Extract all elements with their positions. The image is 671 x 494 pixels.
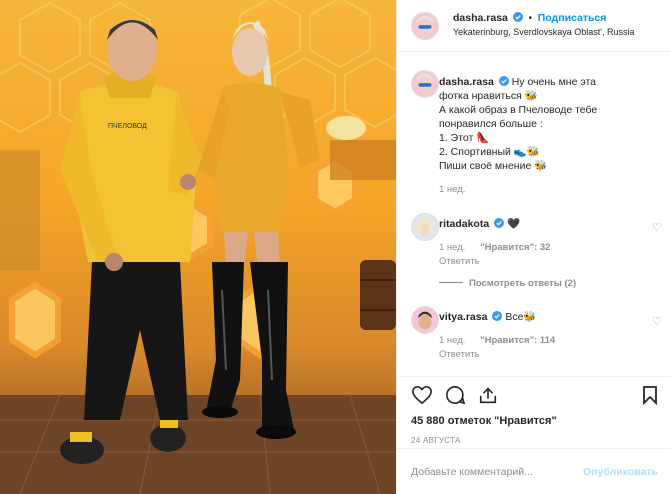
comment-verified-icon	[494, 218, 505, 228]
caption-author-avatar[interactable]	[411, 70, 439, 98]
comment-bubble-icon[interactable]	[444, 385, 466, 405]
comment-like-heart-icon[interactable]: ♡	[652, 315, 662, 328]
comment-avatar-image	[412, 307, 438, 333]
view-replies-link[interactable]: Посмотреть ответы (2)	[469, 278, 576, 289]
follow-button[interactable]: Подписаться	[538, 12, 607, 24]
add-comment-bar: Добавьте комментарий... Опубликовать	[397, 448, 671, 494]
publish-button[interactable]: Опубликовать	[583, 466, 658, 478]
post-photo[interactable]: ПЧЕЛОВОД	[0, 0, 396, 494]
header-separator: •	[528, 13, 532, 24]
caption: dasha.rasa Ну очень мне эта фотка нравит…	[439, 75, 644, 197]
view-replies-row[interactable]: Посмотреть ответы (2)	[439, 277, 644, 291]
caption-verified-icon	[498, 76, 509, 86]
caption-text-line: Пиши своё мнение 🐝	[439, 160, 548, 172]
comment-avatar-image	[412, 214, 438, 240]
caption-text-line: 1. Этот 👠	[439, 132, 490, 144]
caption-time[interactable]: 1 нед.	[439, 183, 644, 197]
caption-author[interactable]: dasha.rasa	[439, 76, 494, 88]
comment-like-heart-icon[interactable]: ♡	[652, 221, 662, 234]
post-location[interactable]: Yekaterinburg, Sverdlovskaya Oblast', Ru…	[453, 27, 634, 37]
bookmark-icon[interactable]	[642, 385, 658, 405]
header-title-row: dasha.rasa • Подписаться	[453, 12, 606, 24]
caption-text-line: 2. Спортивный 👟🐝	[439, 146, 540, 158]
comment-avatar-vitya-rasa[interactable]	[411, 306, 439, 334]
comment-username[interactable]: ritadakota	[439, 218, 489, 230]
likes-count[interactable]: 45 880 отметок "Нравится"	[411, 415, 557, 427]
comment-verified-icon	[492, 311, 503, 321]
author-avatar-image	[412, 13, 438, 39]
comment-username[interactable]: vitya.rasa	[439, 311, 487, 323]
comment-ritadakota: ritadakota 🖤 1 нед. "Нравится": 32 Ответ…	[439, 217, 644, 291]
caption-avatar-image	[412, 71, 438, 97]
post-side-panel: dasha.rasa • Подписаться Yekaterinburg, …	[396, 0, 671, 494]
comments-list: dasha.rasa Ну очень мне эта фотка нравит…	[397, 53, 671, 375]
post-photo-illustration: ПЧЕЛОВОД	[0, 0, 396, 494]
comment-time[interactable]: 1 нед.	[439, 242, 465, 253]
author-username[interactable]: dasha.rasa	[453, 12, 508, 24]
caption-text-line: А какой образ в Пчеловоде тебе	[439, 104, 598, 116]
comment-vitya-rasa: vitya.rasa Все🐝 1 нед. "Нравится": 114 О…	[439, 310, 644, 362]
comment-time[interactable]: 1 нед.	[439, 335, 465, 346]
share-icon[interactable]	[477, 385, 499, 405]
comment-text: Все🐝	[505, 311, 537, 323]
comment-likes[interactable]: "Нравится": 32	[480, 242, 550, 253]
comment-meta: 1 нед. "Нравится": 32	[439, 241, 644, 255]
caption-line-1: dasha.rasa Ну очень мне эта	[439, 75, 644, 89]
comment-reply-button[interactable]: Ответить	[439, 348, 644, 362]
caption-text-line: Ну очень мне эта	[511, 76, 597, 88]
comment-avatar-ritadakota[interactable]	[411, 213, 439, 241]
comment-likes[interactable]: "Нравится": 114	[480, 335, 555, 346]
verified-icon	[512, 12, 523, 22]
hoodie-print: ПЧЕЛОВОД	[108, 123, 147, 130]
author-avatar[interactable]	[411, 12, 439, 40]
like-heart-icon[interactable]	[411, 385, 433, 405]
add-comment-input[interactable]: Добавьте комментарий...	[411, 466, 533, 478]
caption-text-line: фотка нравиться 🐝	[439, 90, 538, 102]
comment-reply-button[interactable]: Ответить	[439, 255, 644, 269]
action-icons	[411, 385, 507, 408]
caption-text-line: понравился больше :	[439, 118, 543, 130]
comment-text: 🖤	[507, 218, 521, 230]
comment-meta: 1 нед. "Нравится": 114	[439, 334, 644, 348]
post-header: dasha.rasa • Подписаться Yekaterinburg, …	[397, 0, 671, 52]
reply-divider	[439, 282, 463, 283]
post-date[interactable]: 24 АВГУСТА	[411, 436, 461, 445]
